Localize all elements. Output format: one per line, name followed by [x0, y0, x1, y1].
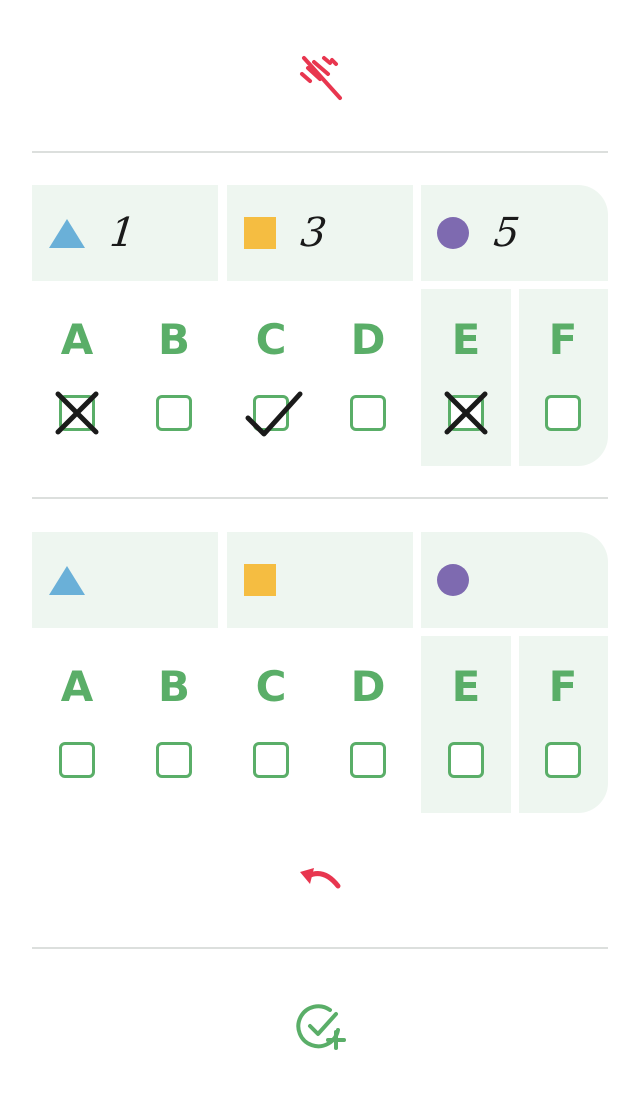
option-checkbox-c[interactable] — [253, 395, 289, 431]
circle-clue[interactable]: 5 — [436, 185, 522, 281]
no-signal-icon[interactable] — [288, 42, 352, 106]
circle-clue[interactable] — [436, 532, 494, 628]
option-checkbox-d[interactable] — [350, 742, 386, 778]
square-icon — [244, 564, 276, 596]
divider-top — [32, 151, 608, 153]
option-letter-a: A — [60, 315, 94, 364]
triangle-icon — [49, 219, 85, 248]
square-clue[interactable]: 3 — [243, 185, 329, 281]
option-letter-b: B — [157, 315, 190, 364]
option-letter-f: F — [548, 662, 578, 711]
option-checkbox-a[interactable] — [59, 742, 95, 778]
circle-icon — [437, 564, 469, 596]
option-checkbox-e[interactable] — [448, 742, 484, 778]
add-check-button[interactable] — [288, 994, 352, 1058]
option-letter-a: A — [60, 662, 94, 711]
square-icon — [244, 217, 276, 249]
option-letter-e: E — [451, 662, 481, 711]
option-checkbox-c[interactable] — [253, 742, 289, 778]
triangle-clue[interactable] — [48, 532, 110, 628]
check-circle-plus-icon — [296, 1004, 346, 1050]
option-letter-c: C — [255, 662, 287, 711]
divider-middle — [32, 497, 608, 499]
triangle-clue[interactable]: 1 — [48, 185, 138, 281]
circle-icon — [437, 217, 469, 249]
clue-value: 5 — [491, 210, 522, 256]
option-letter-d: D — [350, 315, 386, 364]
option-checkbox-b[interactable] — [156, 395, 192, 431]
option-checkbox-f[interactable] — [545, 742, 581, 778]
undo-button[interactable] — [288, 850, 352, 914]
puzzle-card: 1 3 5 A B C D E F A B C D E F — [0, 0, 640, 1101]
option-letter-c: C — [255, 315, 287, 364]
option-letter-d: D — [350, 662, 386, 711]
divider-bottom — [32, 947, 608, 949]
option-letter-f: F — [548, 315, 578, 364]
clue-panel-2: A B C D E F — [32, 532, 608, 813]
option-checkbox-e[interactable] — [448, 395, 484, 431]
triangle-icon — [49, 566, 85, 595]
clue-value: 1 — [107, 210, 138, 256]
option-letter-e: E — [451, 315, 481, 364]
option-checkbox-f[interactable] — [545, 395, 581, 431]
option-checkbox-b[interactable] — [156, 742, 192, 778]
undo-icon — [300, 868, 341, 889]
option-checkbox-a[interactable] — [59, 395, 95, 431]
option-checkbox-d[interactable] — [350, 395, 386, 431]
clue-value: 3 — [298, 210, 329, 256]
option-letter-b: B — [157, 662, 190, 711]
square-clue[interactable] — [243, 532, 301, 628]
clue-panel-1: 1 3 5 A B C D E F — [32, 185, 608, 466]
